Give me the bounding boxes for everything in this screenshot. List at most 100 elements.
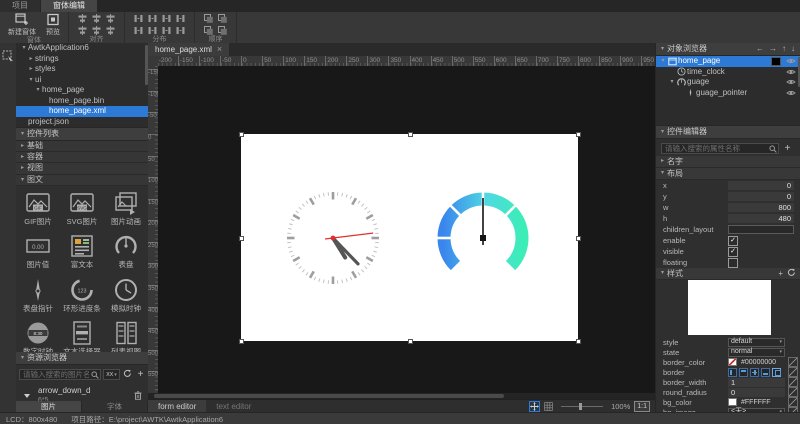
widget-list-header[interactable]: ▾ 控件列表	[16, 128, 148, 141]
menu-tab-1[interactable]: 窗体编辑	[41, 0, 97, 12]
border-bottom-button[interactable]	[761, 368, 770, 377]
widget-image-value[interactable]: 0.00图片值	[16, 232, 60, 270]
section-style[interactable]: ▾ 样式 +	[656, 268, 800, 280]
align-left-icon[interactable]	[77, 13, 88, 24]
visibility-eye-icon[interactable]	[784, 78, 798, 86]
refresh-icon[interactable]	[122, 369, 133, 381]
widget-category-2[interactable]: ▸视图	[16, 163, 148, 174]
align-hcenter-icon[interactable]	[91, 13, 102, 24]
analog-clock-widget[interactable]	[283, 188, 383, 288]
border-top-button[interactable]	[739, 368, 748, 377]
close-icon[interactable]: ×	[217, 43, 222, 56]
resource-filter-select[interactable]: xx ▾	[103, 369, 120, 380]
add-style-button[interactable]: +	[778, 268, 783, 280]
section-name[interactable]: ▸ 名字	[656, 156, 800, 168]
selection-handle[interactable]	[239, 236, 244, 241]
border-left-button[interactable]	[728, 368, 737, 377]
order-back-icon[interactable]	[217, 13, 228, 24]
checkbox-visible[interactable]	[728, 247, 738, 257]
selection-handle[interactable]	[239, 339, 244, 344]
widget-image-animation[interactable]: 图片动画	[104, 189, 148, 227]
gauge-widget[interactable]	[433, 188, 533, 288]
style-input-round_radius[interactable]: 0	[728, 388, 785, 397]
widget-editor-header[interactable]: ▾ 控件编辑器	[656, 126, 800, 139]
border-mid-button[interactable]	[750, 368, 759, 377]
prop-input-x[interactable]: 0	[728, 181, 794, 190]
dist-bottom-icon[interactable]	[161, 25, 172, 36]
widget-rich-text[interactable]: 富文本	[60, 232, 104, 270]
align-right-icon[interactable]	[105, 13, 116, 24]
dist-right-icon[interactable]	[161, 13, 172, 24]
move-tool-button[interactable]	[529, 401, 540, 412]
align-bottom-icon[interactable]	[105, 25, 116, 36]
forward-icon[interactable]: →	[769, 43, 777, 55]
add-property-button[interactable]: +	[782, 143, 793, 154]
widget-gif-image[interactable]: GIFGIF图片	[16, 189, 60, 227]
actual-size-button[interactable]: 1:1	[634, 401, 650, 412]
order-up-icon[interactable]	[203, 25, 214, 36]
edit-mode-icon[interactable]	[788, 357, 798, 367]
visibility-eye-icon[interactable]	[784, 89, 798, 97]
prop-input-children_layout[interactable]	[728, 225, 794, 234]
grid-toggle-button[interactable]	[543, 401, 554, 412]
style-input-border_width[interactable]: 1	[728, 378, 785, 387]
tree-item-home_page.xml[interactable]: home_page.xml	[16, 106, 148, 117]
border-all-button[interactable]	[772, 368, 781, 377]
prop-input-h[interactable]: 480	[728, 214, 794, 223]
up-icon[interactable]: ↑	[782, 43, 786, 55]
document-tab[interactable]: home_page.xml ×	[148, 43, 229, 56]
tree-item-styles[interactable]: ▸styles	[16, 64, 148, 75]
prop-input-w[interactable]: 800	[728, 203, 794, 212]
form-surface[interactable]	[241, 134, 578, 341]
widget-circle-progress[interactable]: 123环形进度条	[60, 276, 104, 314]
select-style[interactable]: default▾	[728, 338, 785, 347]
order-down-icon[interactable]	[217, 25, 228, 36]
object-browser-header[interactable]: ▾ 对象浏览器 ←→↑↓	[656, 43, 800, 56]
selection-handle[interactable]	[408, 339, 413, 344]
widget-gauge[interactable]: 表盘	[104, 232, 148, 270]
object-item-guage_pointer[interactable]: guage_pointer	[656, 88, 800, 99]
widget-svg-image[interactable]: SVGSVG图片	[60, 189, 104, 227]
menu-tab-0[interactable]: 项目	[0, 0, 40, 12]
edit-mode-icon[interactable]	[788, 387, 798, 397]
refresh-icon[interactable]	[787, 268, 796, 280]
section-layout[interactable]: ▾ 布局	[656, 168, 800, 180]
color-swatch[interactable]	[771, 57, 781, 66]
widget-category-1[interactable]: ▸容器	[16, 152, 148, 163]
visibility-eye-icon[interactable]	[784, 68, 798, 76]
delete-icon[interactable]	[128, 391, 148, 400]
add-resource-button[interactable]: +	[135, 369, 146, 380]
tree-item-home_page.bin[interactable]: home_page.bin	[16, 96, 148, 107]
checkbox-floating[interactable]	[728, 258, 738, 268]
edit-mode-icon[interactable]	[788, 367, 798, 377]
toolbar-button-preview[interactable]: 预览	[46, 13, 60, 37]
edit-mode-icon[interactable]	[788, 397, 798, 407]
color-swatch-bg_color[interactable]	[728, 398, 737, 406]
dist-top-icon[interactable]	[133, 25, 144, 36]
dist-left-icon[interactable]	[133, 13, 144, 24]
tree-item-ui[interactable]: ▾ui	[16, 75, 148, 86]
selection-handle[interactable]	[239, 132, 244, 137]
resource-search-input[interactable]	[19, 369, 101, 380]
dist-hspace-icon[interactable]	[175, 13, 186, 24]
resource-tab-1[interactable]: 字体	[82, 401, 148, 412]
dist-vcenter-icon[interactable]	[147, 25, 158, 36]
align-top-icon[interactable]	[77, 25, 88, 36]
object-item-guage[interactable]: ▾guage	[656, 77, 800, 88]
order-front-icon[interactable]	[203, 13, 214, 24]
edit-mode-icon[interactable]	[788, 377, 798, 387]
tree-item-home_page[interactable]: ▾home_page	[16, 85, 148, 96]
object-item-time_clock[interactable]: time_clock	[656, 67, 800, 78]
widget-analog-clock[interactable]: 模拟时钟	[104, 276, 148, 314]
back-icon[interactable]: ←	[756, 43, 764, 55]
tree-item-project.json[interactable]: project.json	[16, 117, 148, 128]
widget-category-3[interactable]: ▾图文	[16, 175, 148, 186]
select-state[interactable]: normal▾	[728, 348, 785, 357]
canvas-viewport[interactable]	[158, 66, 655, 393]
selection-handle[interactable]	[576, 236, 581, 241]
prop-input-y[interactable]: 0	[728, 192, 794, 201]
tree-item-AwtkApplication6[interactable]: ▾AwtkApplication6	[16, 43, 148, 54]
select-tool-icon[interactable]	[0, 48, 16, 64]
widget-list-view[interactable]: 列表视图	[104, 319, 148, 352]
color-swatch-border_color[interactable]	[728, 358, 737, 366]
